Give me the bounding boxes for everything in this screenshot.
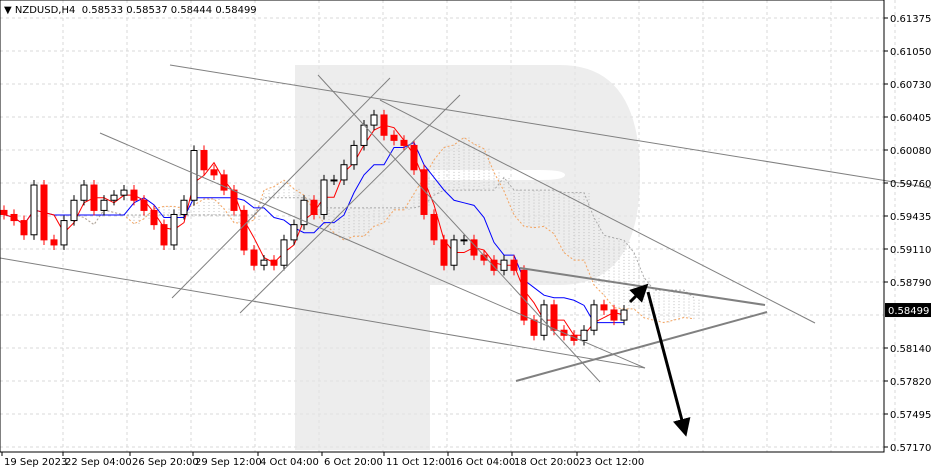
candle-body [150, 209, 158, 226]
candle-body [370, 114, 378, 126]
y-tick-label: 0.58140 [890, 344, 931, 355]
candle-body [330, 179, 338, 182]
x-tick-label: 29 Sep 12:00 [195, 457, 262, 468]
candle-body [380, 114, 388, 136]
candle-body [10, 213, 18, 222]
candle-body [450, 239, 458, 266]
x-tick-label: 26 Sep 20:00 [132, 457, 199, 468]
collapse-triangle-icon[interactable]: ▼ [4, 5, 12, 16]
candle-body [400, 139, 408, 146]
y-tick-label: 0.60080 [890, 146, 931, 157]
candle-body [540, 304, 548, 336]
candle-body [510, 259, 518, 271]
candle-body [20, 220, 28, 236]
candle-body [460, 239, 468, 242]
current-price-label: 0.58499 [888, 306, 929, 317]
candle-body [360, 124, 368, 146]
candle-body [500, 259, 508, 271]
candle-body [250, 249, 258, 266]
candle-body [440, 239, 448, 266]
candle-body [590, 304, 598, 331]
forecast-down-arrow [646, 291, 691, 437]
x-tick-label: 22 Sep 04:00 [65, 457, 132, 468]
candle-body [200, 150, 208, 171]
candle-body [30, 184, 38, 236]
candle-body [270, 259, 278, 266]
candle-body [130, 189, 138, 201]
candle-body [70, 199, 78, 222]
candle-body [0, 209, 8, 215]
y-tick-label: 0.57820 [890, 377, 931, 388]
x-tick-label: 19 Sep 2023 [4, 457, 67, 468]
y-tick-label: 0.57170 [890, 443, 931, 454]
candle-body [110, 194, 118, 201]
candle-body [390, 134, 398, 141]
candle-body [620, 309, 628, 321]
candle-body [100, 199, 108, 211]
candle-body [550, 304, 558, 331]
forecast-up-arrow [628, 283, 649, 304]
chart-title: ▼ NZDUSD,H4 0.58533 0.58537 0.58444 0.58… [4, 5, 257, 16]
y-tick-label: 0.58790 [890, 278, 931, 289]
candle-body [230, 189, 238, 211]
candle-body [280, 239, 288, 266]
candle-body [260, 259, 268, 266]
candle-body [120, 189, 128, 196]
watermark-logo [295, 65, 640, 450]
x-tick-label: 6 Oct 20:00 [324, 457, 383, 468]
trend-line [519, 267, 766, 306]
candle-body [170, 213, 178, 246]
candle-body [430, 213, 438, 241]
y-tick-label: 0.57495 [890, 410, 931, 421]
x-tick-label: 4 Oct 04:00 [260, 457, 319, 468]
candle-body [580, 329, 588, 341]
y-tick-label: 0.59760 [890, 179, 931, 190]
candle-body [520, 269, 528, 321]
candle-body [40, 184, 48, 241]
y-tick-label: 0.61050 [890, 47, 931, 58]
ohlc-label: 0.58533 0.58537 0.58444 0.58499 [81, 5, 257, 16]
y-tick-label: 0.59110 [890, 245, 931, 256]
y-tick-label: 0.60730 [890, 80, 931, 91]
candle-body [160, 224, 168, 246]
price-chart[interactable]: 0.61375 0.61050 0.60730 0.60405 0.60080 0.597… [0, 0, 931, 471]
candle-body [190, 150, 198, 201]
candle-body [210, 169, 218, 176]
x-tick-label: 18 Oct 20:00 [514, 457, 579, 468]
x-tick-label: 23 Oct 12:00 [579, 457, 644, 468]
candle-body [180, 199, 188, 215]
y-tick-label: 0.60405 [890, 113, 931, 124]
candle-body [310, 199, 318, 215]
candle-body [290, 224, 298, 241]
candle-body [60, 220, 68, 246]
candle-body [240, 209, 248, 251]
candle-body [530, 319, 538, 336]
y-tick-label: 0.59435 [890, 212, 931, 223]
candle-body [610, 309, 618, 321]
candle-body [320, 179, 328, 215]
candle-body [90, 184, 98, 211]
candle-body [340, 164, 348, 181]
candle-body [600, 304, 608, 311]
x-tick-label: 16 Oct 04:00 [450, 457, 515, 468]
symbol-label: NZDUSD,H4 [14, 5, 76, 16]
candle-body [80, 184, 88, 201]
candle-body [140, 199, 148, 211]
x-tick-label: 11 Oct 12:00 [386, 457, 451, 468]
y-tick-label: 0.61375 [890, 14, 931, 25]
candle-body [50, 239, 58, 246]
candle-body [350, 144, 358, 166]
candle-body [410, 144, 418, 171]
